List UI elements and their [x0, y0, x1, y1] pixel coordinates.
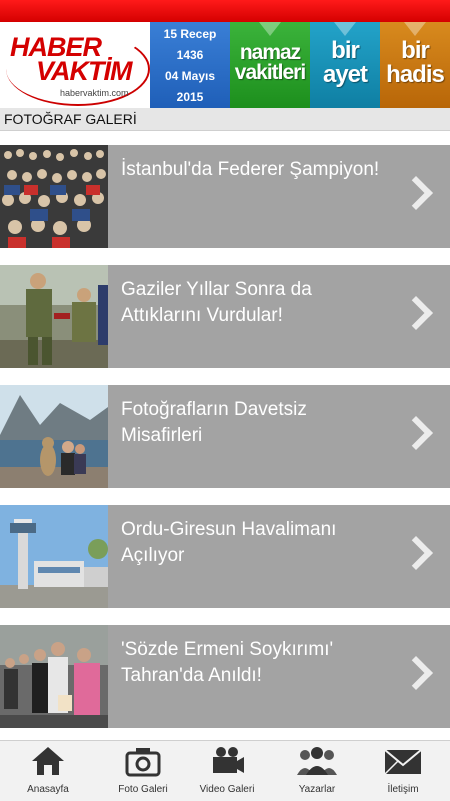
- namaz-label-2: vakitleri: [234, 61, 306, 84]
- chevron-right-icon: [399, 536, 433, 570]
- triangle-icon: [334, 22, 356, 36]
- gallery-item[interactable]: 'Sözde Ermeni Soykırımı' Tahran'da Anıld…: [0, 625, 450, 728]
- gallery-item-title: Gaziler Yıllar Sonra da Attıklarını Vurd…: [121, 279, 312, 326]
- triangle-icon: [404, 22, 426, 36]
- logo-url: habervaktim.com: [60, 88, 129, 98]
- tab-yazarlar[interactable]: Yazarlar: [272, 741, 362, 801]
- gregorian-day-month: 04 Mayıs: [164, 69, 216, 83]
- ayet-label-1: bir: [331, 37, 360, 64]
- camera-icon: [125, 748, 161, 777]
- chevron-right-icon: [399, 296, 433, 330]
- home-icon: [32, 747, 64, 775]
- users-icon: [297, 747, 337, 775]
- top-red-bar: [0, 0, 450, 22]
- hijri-day-month: 15 Recep: [163, 27, 217, 41]
- chevron-right-icon: [399, 656, 433, 690]
- haber-vaktim-logo[interactable]: HABER VAKTİM habervaktim.com: [0, 22, 150, 108]
- tab-foto-galeri[interactable]: Foto Galeri: [98, 741, 188, 801]
- tab-video-galeri[interactable]: Video Galeri: [182, 741, 272, 801]
- logo-line2: VAKTİM: [36, 56, 132, 86]
- bir-hadis-button[interactable]: bir hadis: [380, 22, 450, 108]
- gallery-thumbnail: [0, 505, 108, 608]
- namaz-vakitleri-button[interactable]: namaz vakitleri: [230, 22, 310, 108]
- gallery-item[interactable]: Fotoğrafların Davetsiz Misafirleri: [0, 385, 450, 488]
- tab-label: İletişim: [387, 784, 419, 795]
- tab-label: Anasayfa: [27, 784, 69, 795]
- triangle-icon: [259, 22, 281, 36]
- hijri-year: 1436: [176, 48, 204, 62]
- chevron-right-icon: [399, 416, 433, 450]
- gallery-item[interactable]: İstanbul'da Federer Şampiyon!: [0, 145, 450, 248]
- gallery-thumbnail: [0, 625, 108, 728]
- ayet-label-2: ayet: [322, 61, 368, 88]
- gallery-item-title: Fotoğrafların Davetsiz Misafirleri: [121, 399, 307, 446]
- chevron-right-icon: [399, 176, 433, 210]
- gallery-thumbnail: [0, 385, 108, 488]
- bir-ayet-button[interactable]: bir ayet: [310, 22, 380, 108]
- gallery-item[interactable]: Ordu-Giresun Havalimanı Açılıyor: [0, 505, 450, 608]
- tab-label: Video Galeri: [199, 784, 255, 795]
- bottom-tab-bar: Anasayfa Foto Galeri Video Galeri Yazarl…: [0, 740, 450, 801]
- tab-anasayfa[interactable]: Anasayfa: [3, 741, 93, 801]
- gallery-thumbnail: [0, 265, 108, 368]
- gallery-item-title: 'Sözde Ermeni Soykırımı' Tahran'da Anıld…: [121, 639, 334, 686]
- gregorian-year: 2015: [176, 90, 204, 104]
- video-camera-icon: [213, 747, 244, 773]
- envelope-icon: [384, 749, 422, 775]
- gallery-item[interactable]: Gaziler Yıllar Sonra da Attıklarını Vurd…: [0, 265, 450, 368]
- gallery-item-title: İstanbul'da Federer Şampiyon!: [121, 159, 380, 180]
- hadis-label-2: hadis: [386, 61, 445, 88]
- section-title: FOTOĞRAF GALERİ: [4, 111, 137, 127]
- tab-label: Yazarlar: [298, 784, 336, 795]
- tab-iletisim[interactable]: İletişim: [358, 741, 448, 801]
- hadis-label-1: bir: [401, 37, 430, 64]
- gallery-thumbnail: [0, 145, 108, 248]
- tab-label: Foto Galeri: [118, 784, 168, 795]
- date-panel: 15 Recep 1436 04 Mayıs 2015: [150, 22, 230, 108]
- gallery-item-title: Ordu-Giresun Havalimanı Açılıyor: [121, 519, 337, 566]
- section-header: FOTOĞRAF GALERİ: [0, 108, 450, 131]
